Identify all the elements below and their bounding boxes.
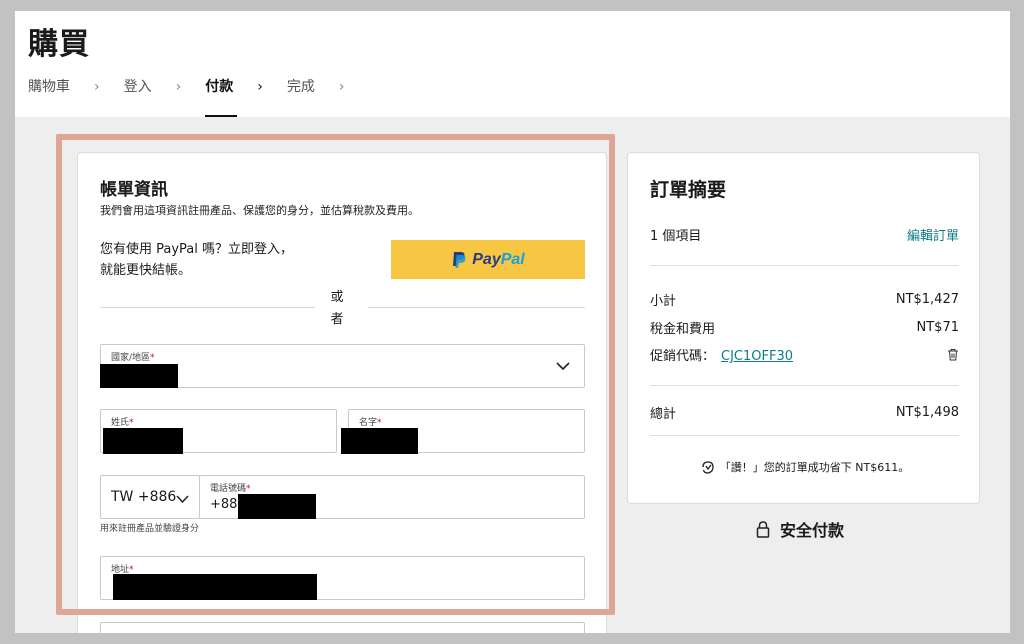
items-count: 1 個項目 xyxy=(650,229,702,244)
paypal-wordmark: PayPal xyxy=(472,250,525,268)
thumbs-up-icon xyxy=(702,460,714,474)
divider xyxy=(650,385,959,386)
phone-label: 電話號碼* xyxy=(210,484,251,494)
last-name-label: 姓氏* xyxy=(111,418,134,428)
summary-title: 訂單摘要 xyxy=(650,179,727,201)
divider xyxy=(650,435,959,436)
savings-message: 「讚！」您的訂單成功省下 NT$611。 xyxy=(628,459,981,475)
chevron-right-icon: › xyxy=(338,79,345,95)
country-label: 國家/地區* xyxy=(111,353,155,363)
secure-checkout-label: 安全付款 xyxy=(780,521,845,540)
total-label: 總計 xyxy=(650,407,677,422)
billing-title: 帳單資訊 xyxy=(100,180,168,200)
chevron-right-icon: › xyxy=(94,79,100,95)
lock-icon xyxy=(756,520,770,538)
divider xyxy=(650,265,959,266)
billing-info-card: 帳單資訊 我們會用這項資訊註冊產品、保護您的身分，並估算稅款及費用。 您有使用 … xyxy=(77,152,607,633)
divider-left xyxy=(100,307,315,308)
promo-code-link[interactable]: CJC1OFF30 xyxy=(721,349,793,364)
last-name-field[interactable]: 姓氏* xyxy=(100,409,337,454)
chevron-right-icon: › xyxy=(175,79,182,95)
billing-subtitle: 我們會用這項資訊註冊產品、保護您的身分，並估算稅款及費用。 xyxy=(100,204,419,217)
subtotal-value: NT$1,427 xyxy=(895,292,959,307)
order-summary-card: 訂單摘要 1 個項目 編輯訂單 小計 NT$1,427 稅金和費用 NT$71 … xyxy=(627,152,980,504)
promo-label: 促銷代碼： xyxy=(650,349,716,364)
step-cart[interactable]: 購物車 xyxy=(28,77,70,117)
or-separator: 或者 xyxy=(330,290,344,327)
redacted-value xyxy=(341,428,418,454)
first-name-label: 名字* xyxy=(359,418,382,428)
checkout-page: 購買 購物車 › 登入 › 付款 › 完成 › 帳單資訊 我們會用這項資訊註冊產… xyxy=(15,11,1010,633)
step-login[interactable]: 登入 xyxy=(124,77,152,117)
subtotal-label: 小計 xyxy=(650,294,677,309)
secure-checkout: 安全付款 xyxy=(756,517,844,541)
phone-helper-text: 用來註冊產品並驗證身分 xyxy=(100,524,200,534)
paypal-prompt: 您有使用 PayPal 嗎？立即登入，就能更快結帳。 xyxy=(100,242,294,278)
first-name-field[interactable]: 名字* xyxy=(341,409,585,454)
tax-value: NT$71 xyxy=(916,320,959,335)
savings-text: 「讚！」您的訂單成功省下 NT$611。 xyxy=(719,461,910,474)
country-code-select[interactable]: TW +886 xyxy=(100,475,200,519)
trash-icon[interactable] xyxy=(947,348,959,361)
redacted-value xyxy=(113,574,317,600)
subtotal-row: 小計 NT$1,427 xyxy=(650,290,959,309)
total-row: 總計 NT$1,498 xyxy=(650,403,959,422)
chevron-down-icon xyxy=(556,362,570,371)
phone-field[interactable]: 電話號碼* +886 xyxy=(199,475,585,519)
paypal-button[interactable]: PayPal xyxy=(391,240,585,279)
checkout-header: 購買 購物車 › 登入 › 付款 › 完成 › xyxy=(15,11,1010,117)
next-field[interactable] xyxy=(100,622,585,633)
chevron-down-icon xyxy=(176,495,189,503)
chevron-right-icon: › xyxy=(257,79,263,95)
address-field[interactable]: 地址* xyxy=(100,556,585,600)
redacted-value xyxy=(238,494,316,519)
redacted-value xyxy=(100,364,178,388)
items-row: 1 個項目 編輯訂單 xyxy=(650,225,959,244)
tax-label: 稅金和費用 xyxy=(650,322,716,337)
dial-code-value: TW +886 xyxy=(111,489,177,505)
promo-row: 促銷代碼： CJC1OFF30 xyxy=(650,345,959,364)
country-select[interactable]: 國家/地區* xyxy=(100,344,585,388)
redacted-value xyxy=(103,428,183,454)
step-complete: 完成 xyxy=(286,79,315,95)
promo-info: 促銷代碼： CJC1OFF30 xyxy=(650,345,793,364)
total-value: NT$1,498 xyxy=(895,405,959,420)
checkout-steps: 購物車 › 登入 › 付款 › 完成 › xyxy=(28,77,368,117)
page-title: 購買 xyxy=(28,27,90,62)
tax-row: 稅金和費用 NT$71 xyxy=(650,318,959,337)
edit-order-link[interactable]: 編輯訂單 xyxy=(907,225,959,244)
step-payment: 付款 xyxy=(205,77,238,117)
paypal-logo-icon xyxy=(453,251,466,268)
divider-right xyxy=(368,307,585,308)
